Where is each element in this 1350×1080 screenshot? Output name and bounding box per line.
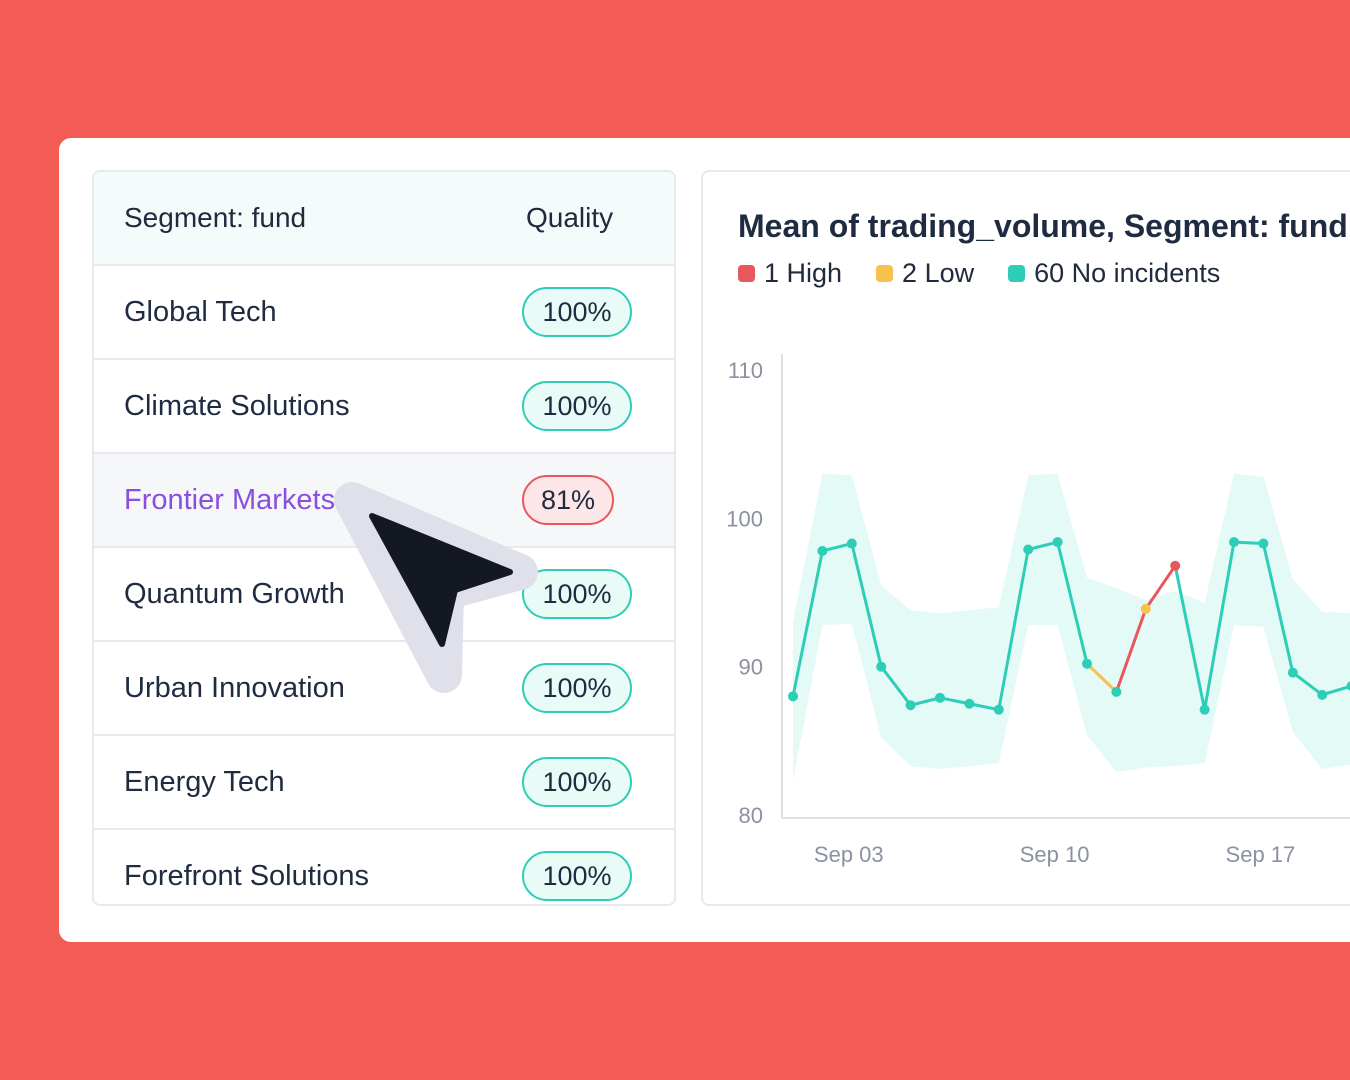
data-point-low xyxy=(1140,603,1151,614)
data-point xyxy=(1258,538,1269,549)
data-point xyxy=(1023,544,1034,555)
data-point xyxy=(935,692,945,703)
data-point xyxy=(846,538,857,549)
data-point xyxy=(1052,537,1063,548)
data-point xyxy=(964,698,975,709)
data-point xyxy=(876,661,887,672)
table-row[interactable]: Energy Tech 100% xyxy=(94,736,674,830)
data-point xyxy=(1111,686,1122,697)
x-tick-label: Sep 10 xyxy=(1020,842,1090,867)
data-point xyxy=(1317,689,1328,700)
data-point xyxy=(1229,537,1239,548)
x-tick-label: Sep 17 xyxy=(1226,842,1296,867)
line-chart[interactable]: 1101009080Sep 03Sep 10Sep 17Sep 24 xyxy=(703,172,1350,906)
y-tick-label: 100 xyxy=(726,506,763,531)
data-point xyxy=(817,545,828,556)
segment-name: Urban Innovation xyxy=(124,672,345,704)
confidence-band xyxy=(793,473,1350,781)
y-tick-label: 80 xyxy=(739,803,763,828)
quality-badge: 100% xyxy=(522,757,632,807)
quality-badge: 100% xyxy=(522,287,632,337)
data-point xyxy=(1287,667,1298,678)
column-header-quality[interactable]: Quality xyxy=(526,172,613,264)
column-header-segment[interactable]: Segment: fund xyxy=(124,172,306,264)
table-row[interactable]: Forefront Solutions 100% xyxy=(94,830,674,904)
segment-name: Global Tech xyxy=(124,296,277,328)
y-tick-label: 110 xyxy=(728,358,763,383)
data-point xyxy=(1199,704,1210,715)
data-point-high xyxy=(1170,560,1181,571)
chart-panel: Mean of trading_volume, Segment: fund 1 … xyxy=(701,170,1350,906)
segment-name: Frontier Markets xyxy=(124,484,336,516)
x-tick-label: Sep 03 xyxy=(814,842,884,867)
data-point xyxy=(993,704,1004,715)
y-tick-label: 90 xyxy=(739,655,763,680)
data-point xyxy=(788,691,798,702)
mouse-pointer-icon xyxy=(334,482,538,693)
segment-name: Climate Solutions xyxy=(124,390,350,422)
table-row[interactable]: Global Tech 100% xyxy=(94,266,674,360)
data-point xyxy=(905,700,916,711)
segment-name: Quantum Growth xyxy=(124,578,345,610)
segment-name: Energy Tech xyxy=(124,766,285,798)
segment-name: Forefront Solutions xyxy=(124,860,370,892)
table-header: Segment: fund Quality xyxy=(94,172,674,266)
quality-badge: 100% xyxy=(522,851,632,901)
data-point xyxy=(1082,658,1092,669)
quality-badge: 100% xyxy=(522,381,632,431)
table-row[interactable]: Climate Solutions 100% xyxy=(94,360,674,454)
